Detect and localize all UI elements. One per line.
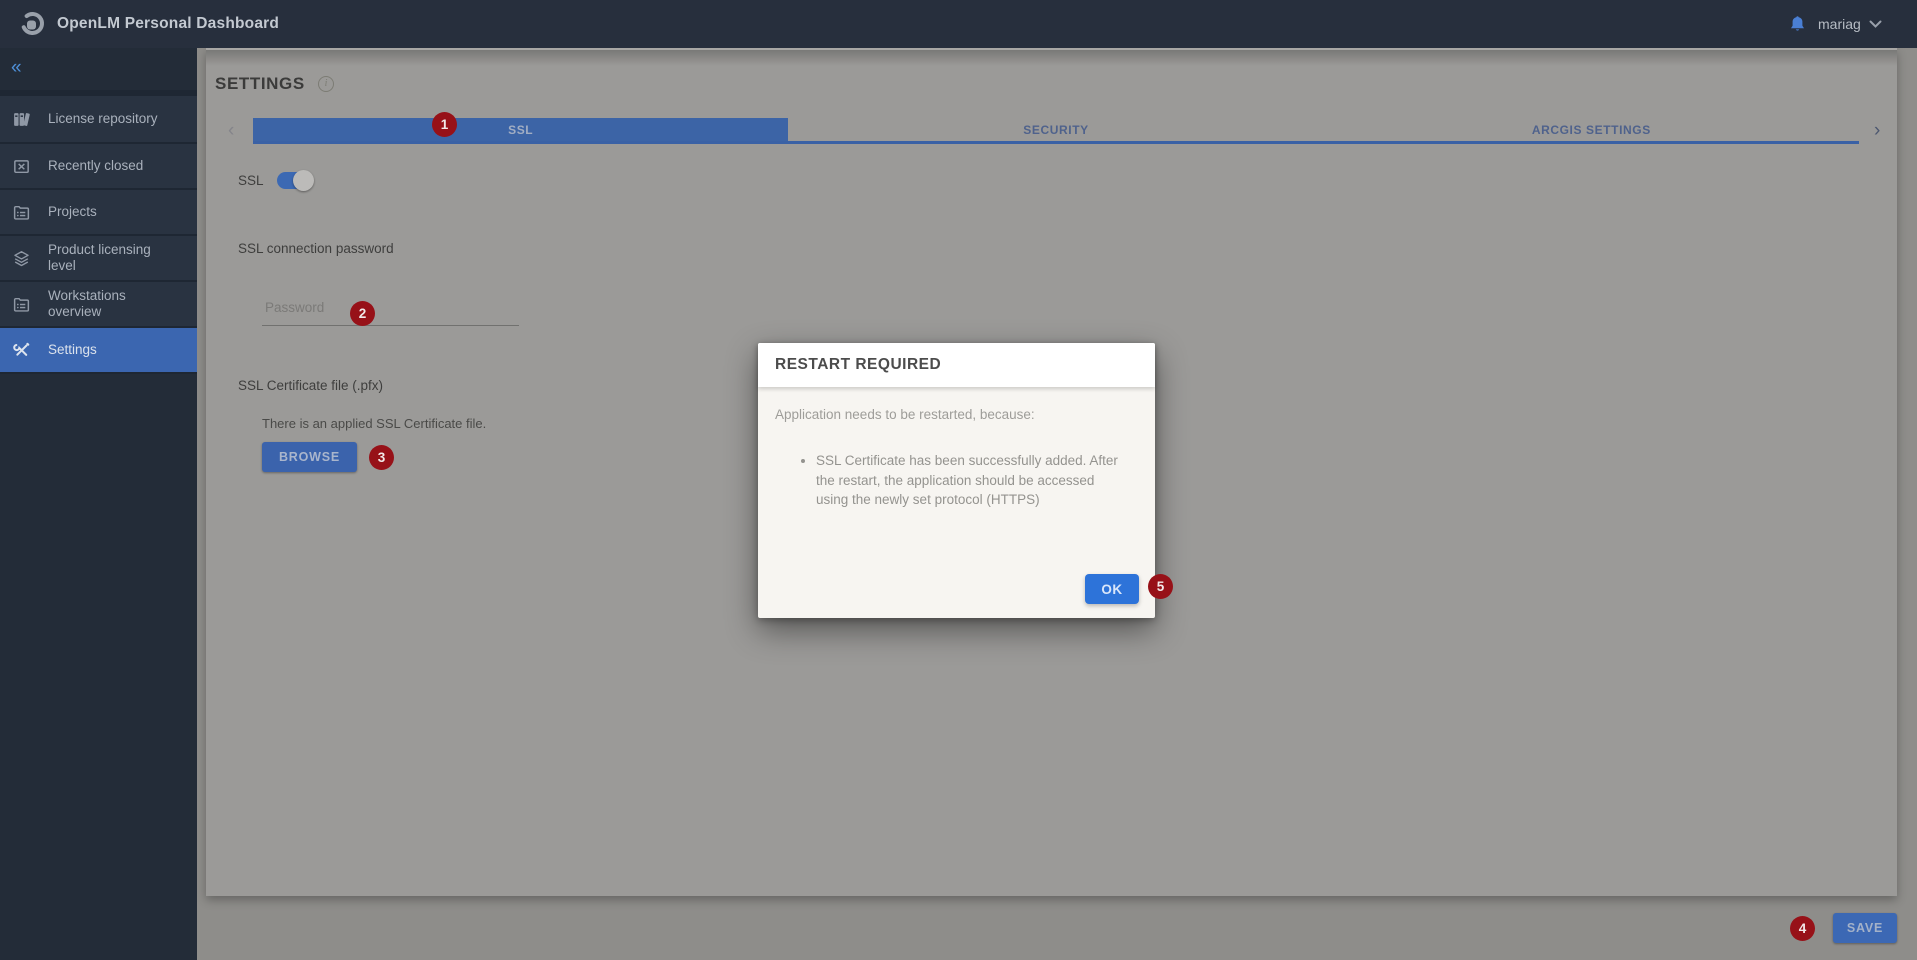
collapse-chevrons-icon: « [11, 58, 22, 77]
tab-arcgis-settings[interactable]: ARCGIS SETTINGS [1324, 118, 1859, 141]
folder-list-icon [12, 295, 31, 314]
tabs-scroll-right-icon[interactable]: › [1874, 118, 1880, 144]
annotation-badge-1: 1 [432, 112, 457, 137]
user-menu-label[interactable]: mariag [1818, 0, 1861, 48]
dialog-header: RESTART REQUIRED [758, 343, 1155, 387]
tabs-scroll-left-icon[interactable]: ‹ [228, 118, 234, 144]
toggle-knob [293, 170, 314, 191]
annotation-badge-4: 4 [1790, 916, 1815, 941]
sidebar-item-label: Projects [48, 204, 172, 220]
tab-ssl[interactable]: SSL [253, 118, 788, 141]
tools-icon [12, 341, 31, 360]
tab-security[interactable]: SECURITY [788, 118, 1323, 141]
app-screen: OpenLM Personal Dashboard mariag « [0, 0, 1917, 960]
certificate-status-text: There is an applied SSL Certificate file… [262, 416, 486, 431]
layers-icon [12, 249, 31, 268]
ok-button[interactable]: OK [1085, 574, 1139, 604]
save-button[interactable]: SAVE [1833, 913, 1897, 943]
dialog-title: RESTART REQUIRED [758, 343, 1155, 387]
restart-required-dialog: RESTART REQUIRED Application needs to be… [758, 343, 1155, 618]
certificate-section-label: SSL Certificate file (.pfx) [238, 378, 383, 393]
annotation-badge-5: 5 [1148, 574, 1173, 599]
ssl-toggle-label: SSL [238, 173, 264, 188]
notifications-bell-icon[interactable] [1789, 15, 1806, 33]
sidebar-nav: « License repository [0, 48, 197, 960]
ssl-toggle[interactable] [277, 172, 311, 189]
box-x-icon [12, 157, 31, 176]
openlm-logo-icon [19, 10, 46, 37]
user-menu-chevron-down-icon[interactable] [1869, 20, 1882, 29]
sidebar-item-label: Recently closed [48, 158, 172, 174]
settings-tabs: SSL SECURITY ARCGIS SETTINGS [253, 118, 1859, 144]
dialog-intro-text: Application needs to be restarted, becau… [775, 407, 1035, 422]
books-icon [12, 110, 31, 129]
browse-button[interactable]: BROWSE [262, 442, 357, 472]
sidebar-item-license-repository[interactable]: License repository [0, 96, 197, 144]
password-input[interactable] [262, 292, 519, 326]
sidebar-item-recently-closed[interactable]: Recently closed [0, 144, 197, 190]
dialog-bullet-item: SSL Certificate has been successfully ad… [816, 451, 1130, 510]
sidebar-item-product-licensing-level[interactable]: Product licensing level [0, 236, 197, 282]
dialog-bullet-list: SSL Certificate has been successfully ad… [800, 451, 1130, 510]
folder-list-icon [12, 203, 31, 222]
annotation-badge-2: 2 [350, 301, 375, 326]
sidebar-collapse-button[interactable]: « [0, 48, 197, 90]
sidebar-item-projects[interactable]: Projects [0, 190, 197, 236]
sidebar-item-label: License repository [48, 111, 172, 127]
sidebar-item-settings[interactable]: Settings [0, 328, 197, 374]
sidebar-item-label: Product licensing level [48, 242, 172, 274]
password-section-label: SSL connection password [238, 241, 394, 256]
annotation-badge-3: 3 [369, 445, 394, 470]
sidebar-item-label: Settings [48, 342, 172, 358]
page-title: SETTINGS [215, 74, 305, 94]
sidebar-item-label: Workstations overview [48, 288, 172, 320]
info-icon[interactable]: i [318, 76, 334, 92]
sidebar-item-workstations-overview[interactable]: Workstations overview [0, 282, 197, 328]
app-title: OpenLM Personal Dashboard [57, 0, 279, 48]
top-bar: OpenLM Personal Dashboard mariag [0, 0, 1917, 48]
